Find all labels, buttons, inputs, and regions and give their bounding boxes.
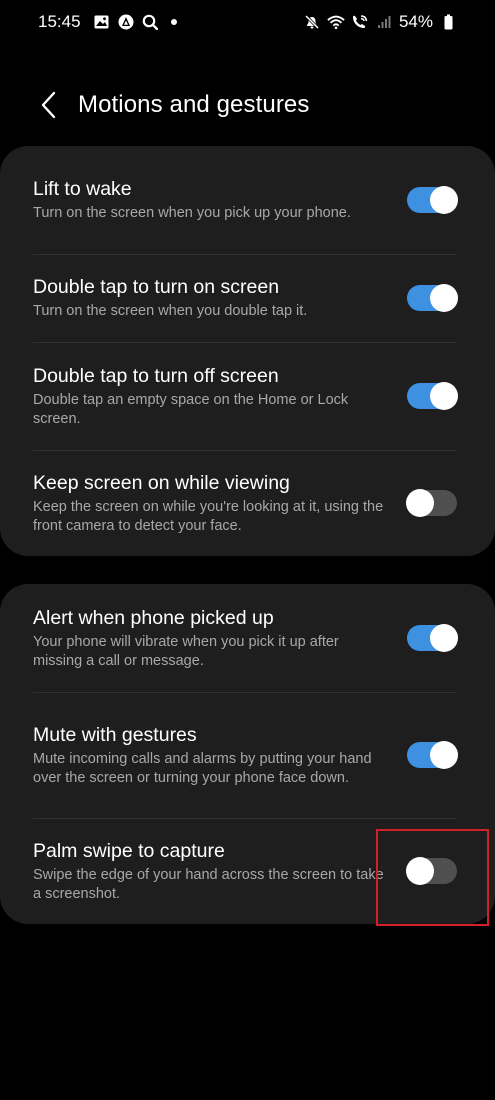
settings-group-1: Lift to wake Turn on the screen when you…	[0, 146, 495, 556]
setting-mute-gestures[interactable]: Mute with gestures Mute incoming calls a…	[0, 692, 495, 818]
setting-title: Double tap to turn on screen	[33, 276, 280, 298]
setting-subtitle: Mute incoming calls and alarms by puttin…	[33, 750, 372, 786]
assistant-icon	[117, 13, 135, 31]
toggle-knob	[430, 624, 458, 652]
lift-to-wake-toggle[interactable]	[407, 186, 458, 214]
settings-group-2: Alert when phone picked up Your phone wi…	[0, 584, 495, 924]
setting-subtitle: Double tap an empty space on the Home or…	[33, 391, 349, 427]
setting-double-tap-on[interactable]: Double tap to turn on screen Turn on the…	[0, 254, 495, 342]
toggle-knob	[406, 857, 434, 885]
back-button[interactable]	[28, 85, 68, 125]
signal-icon	[375, 13, 393, 31]
toggle-knob	[430, 741, 458, 769]
setting-subtitle: Your phone will vibrate when you pick it…	[33, 633, 339, 669]
chevron-left-icon	[41, 91, 56, 119]
setting-double-tap-off[interactable]: Double tap to turn off screen Double tap…	[0, 342, 495, 450]
setting-subtitle: Turn on the screen when you double tap i…	[33, 303, 308, 319]
setting-palm-swipe[interactable]: Palm swipe to capture Swipe the edge of …	[0, 818, 495, 924]
double-tap-on-toggle[interactable]	[407, 284, 458, 312]
setting-lift-to-wake[interactable]: Lift to wake Turn on the screen when you…	[0, 146, 495, 254]
status-right: 54%	[303, 12, 457, 32]
setting-alert-picked-up[interactable]: Alert when phone picked up Your phone wi…	[0, 584, 495, 692]
wifi-icon	[327, 13, 345, 31]
mute-gestures-toggle[interactable]	[407, 741, 458, 769]
palm-swipe-toggle[interactable]	[406, 857, 457, 885]
status-bar: 15:45 54%	[0, 0, 495, 44]
toggle-knob	[430, 284, 458, 312]
setting-subtitle: Turn on the screen when you pick up your…	[33, 205, 351, 221]
battery-percent: 54%	[398, 12, 433, 31]
status-time: 15:45	[38, 12, 81, 31]
setting-title: Keep screen on while viewing	[33, 471, 290, 494]
search-icon	[141, 13, 159, 31]
header: Motions and gestures	[0, 80, 495, 130]
image-icon	[93, 13, 111, 31]
setting-title: Mute with gestures	[33, 723, 197, 746]
toggle-knob	[406, 489, 434, 517]
dot-icon	[165, 13, 183, 31]
setting-title: Palm swipe to capture	[33, 839, 225, 862]
toggle-knob	[430, 382, 458, 410]
setting-subtitle: Keep the screen on while you're looking …	[33, 498, 384, 534]
page-title: Motions and gestures	[78, 91, 310, 118]
setting-title: Lift to wake	[33, 178, 132, 200]
double-tap-off-toggle[interactable]	[407, 382, 458, 410]
setting-keep-screen-on[interactable]: Keep screen on while viewing Keep the sc…	[0, 450, 495, 556]
setting-title: Alert when phone picked up	[33, 606, 274, 629]
keep-screen-on-toggle[interactable]	[406, 489, 457, 517]
alert-picked-up-toggle[interactable]	[407, 624, 458, 652]
setting-subtitle: Swipe the edge of your hand across the s…	[33, 866, 384, 902]
setting-title: Double tap to turn off screen	[33, 364, 279, 387]
toggle-knob	[430, 186, 458, 214]
battery-icon	[439, 13, 457, 31]
mute-icon	[303, 13, 321, 31]
wifi-call-icon	[351, 13, 369, 31]
status-left: 15:45	[38, 12, 183, 32]
